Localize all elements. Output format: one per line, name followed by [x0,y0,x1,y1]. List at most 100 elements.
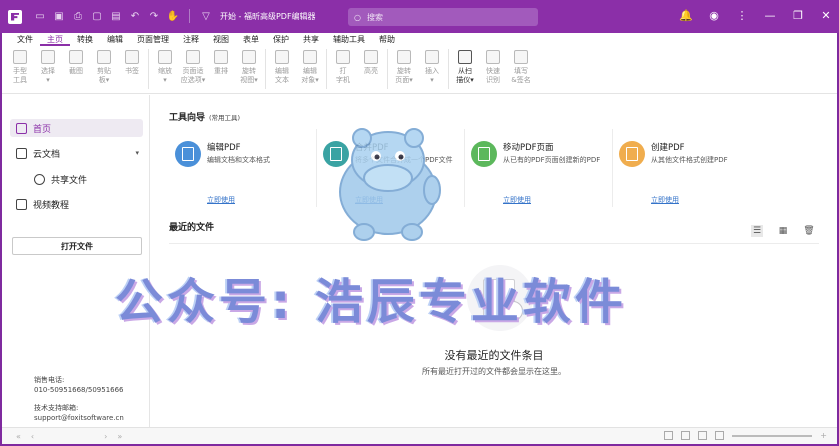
tool-card[interactable]: 创建PDF 从其他文件格式创建PDF 立即使用 [613,129,761,207]
user-icon[interactable]: ◉ [707,8,721,22]
use-now-link[interactable]: 立即使用 [207,195,235,205]
minimize-icon[interactable]: — [763,8,777,22]
restore-icon[interactable]: ❐ [791,8,805,22]
ribbon-button[interactable]: 高亮 [358,46,384,76]
next-page-icon[interactable]: › [104,432,107,441]
sales-phone: 010-50951668/50951666 [34,386,124,394]
ribbon-separator [448,49,449,89]
hand-tool-icon[interactable]: ✋ [165,9,181,25]
ribbon-button-label: 打字机 [336,67,350,84]
last-page-icon[interactable]: » [117,432,122,441]
menu-item[interactable]: 辅助工具 [326,33,372,46]
save-icon[interactable]: ▣ [51,9,67,25]
print-icon[interactable]: ⎙ [70,9,86,25]
tool-card[interactable]: 移动PDF页面 从已有的PDF页面创建新的PDF 立即使用 [465,129,613,207]
support-label: 技术支持邮箱: [34,404,79,412]
ribbon-button[interactable]: 选择 ▾ [35,46,61,85]
ribbon-button-label: 书签 [125,67,139,75]
ribbon-button-label: 填写 &签名 [511,67,531,84]
ribbon-button[interactable]: 打字机 [330,46,356,85]
settings-icon[interactable]: ⋮ [735,8,749,22]
menu-item[interactable]: 文件 [10,33,40,46]
zoom-slider[interactable] [732,434,813,437]
ribbon-button[interactable]: 快速 识别 [480,46,506,85]
ribbon-button[interactable]: 手型 工具 [7,46,33,85]
ribbon-button[interactable]: 重排 [208,46,234,76]
trash-icon[interactable]: 🗑 [803,225,815,237]
menu-item[interactable]: 共享 [296,33,326,46]
ribbon-button[interactable]: 旋转 视图▾ [236,46,262,85]
ribbon-button[interactable]: 填写 &签名 [508,46,534,85]
prev-page-icon[interactable]: ‹ [31,432,34,441]
search-input[interactable]: ○ 搜索 [348,8,538,26]
list-view-icon[interactable]: ☰ [751,225,763,237]
use-now-link[interactable]: 立即使用 [651,195,679,205]
menu-item[interactable]: 编辑 [100,33,130,46]
fit-page-icon[interactable] [715,431,725,440]
ribbon-tool-icon [186,50,200,64]
sidebar-item-cloud[interactable]: 云文档 ▾ [10,144,143,162]
scan-icon[interactable]: ▤ [108,9,124,25]
sidebar-item-label: 共享文件 [51,175,88,186]
ribbon-tool-icon [97,50,111,64]
menu-item[interactable]: 注释 [176,33,206,46]
single-page-icon[interactable] [664,431,674,440]
sales-label: 销售电话: [34,376,65,384]
ribbon-button[interactable]: 截图 [63,46,89,76]
hippo-mascot-watermark [339,128,441,241]
ribbon-button[interactable]: 页面适 应选项▾ [180,46,206,85]
search-icon: ○ [354,12,361,22]
ribbon-button[interactable]: 剪贴 板▾ [91,46,117,85]
ribbon-button[interactable]: 书签 [119,46,145,76]
redo-icon[interactable]: ↷ [146,9,162,25]
tool-card[interactable]: 编辑PDF 编辑文档和文本格式 立即使用 [169,129,317,207]
customize-toolbar-icon[interactable]: ▽ [198,9,214,25]
open-folder-icon[interactable]: ▭ [32,9,48,25]
chevron-down-icon: ▾ [135,149,139,157]
sidebar-item-label: 视频教程 [33,200,70,211]
menu-item[interactable]: 视图 [206,33,236,46]
undo-icon[interactable]: ↶ [127,9,143,25]
menu-item[interactable]: 转换 [70,33,100,46]
support-email: support@foxitsoftware.cn [34,414,124,422]
bell-icon[interactable]: 🔔 [679,8,693,22]
menu-item[interactable]: 保护 [266,33,296,46]
open-file-button[interactable]: 打开文件 [12,237,142,255]
ribbon-button[interactable]: 从扫 描仪▾ [452,46,478,85]
ribbon-button[interactable]: 编辑 对象▾ [297,46,323,85]
zoom-in-icon[interactable]: + [820,431,827,440]
ribbon-button[interactable]: 旋转 页面▾ [391,46,417,85]
ribbon-tool-icon [425,50,439,64]
menu-item[interactable]: 表单 [236,33,266,46]
ribbon-button-label: 编辑 对象▾ [301,67,319,84]
ribbon-button-label: 快速 识别 [486,67,500,84]
ribbon-button[interactable]: 插入 ▾ [419,46,445,85]
first-page-icon[interactable]: « [16,432,21,441]
sidebar-item-shared[interactable]: 共享文件 [28,170,143,188]
sidebar-item-home[interactable]: 首页 [10,119,143,137]
toolbar-separator [189,8,190,23]
tool-card-icon [619,141,645,167]
tools-section-title: 工具向导 (常用工具) [169,110,240,123]
tool-card-description: 从其他文件格式创建PDF [651,156,728,164]
ribbon-tool-icon [125,50,139,64]
ribbon-button[interactable]: 缩放 ▾ [152,46,178,85]
ribbon-button-label: 缩放 ▾ [158,67,172,84]
facing-page-icon[interactable] [698,431,708,440]
divider [169,243,819,244]
ribbon-button[interactable]: 编辑 文本 [269,46,295,85]
sidebar-item-video[interactable]: 视频教程 [10,195,143,213]
home-icon [16,122,27,134]
menu-item[interactable]: 主页 [40,33,70,46]
ribbon-toolbar: 手型 工具 选择 ▾ 截图 剪贴 板▾ 书签 缩放 ▾ 页面适 应选项▾ 重排 旋转 视图▾ 编辑 文本 编辑 对象… [2,46,837,94]
close-icon[interactable]: ✕ [819,8,833,22]
continuous-page-icon[interactable] [681,431,691,440]
window-controls: 🔔 ◉ ⋮ — ❐ ✕ [679,8,833,22]
use-now-link[interactable]: 立即使用 [503,195,531,205]
grid-view-icon[interactable]: ▦ [777,225,789,237]
ribbon-tool-icon [397,50,411,64]
menu-item[interactable]: 帮助 [372,33,402,46]
menu-item[interactable]: 页面管理 [130,33,176,46]
new-file-icon[interactable]: ▢ [89,9,105,25]
ribbon-button-label: 旋转 页面▾ [395,67,413,84]
